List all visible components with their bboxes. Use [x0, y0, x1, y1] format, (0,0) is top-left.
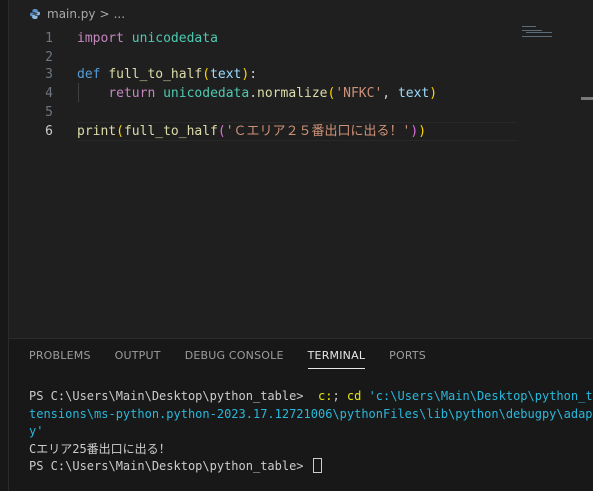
code-token: ( — [217, 124, 226, 139]
line-number: 6 — [45, 124, 53, 139]
chevron-right-icon: > — [99, 7, 110, 21]
code-token: text — [210, 67, 242, 82]
code-token: text — [397, 86, 430, 101]
panel-tabs: PROBLEMS OUTPUT DEBUG CONSOLE TERMINAL PORTS — [29, 349, 450, 369]
bottom-panel: PROBLEMS OUTPUT DEBUG CONSOLE TERMINAL PORTS… — [9, 338, 593, 491]
code-text: return unicodedata.normalize('NFKC', tex… — [77, 84, 437, 103]
code-token: 'Ｃエリア２５番出口に出る！' — [225, 124, 411, 139]
code-token: : — [249, 67, 258, 82]
tab-output[interactable]: OUTPUT — [115, 349, 161, 369]
code-token: full_to_half — [108, 67, 203, 82]
code-line[interactable]: 4 return unicodedata.normalize('NFKC', t… — [9, 84, 549, 103]
code-line[interactable]: 6 print(full_to_half('Ｃエリア２５番出口に出る！')) — [9, 122, 549, 141]
code-token: ) — [418, 124, 427, 139]
breadcrumb-more[interactable]: ... — [114, 7, 125, 21]
code-text: def full_to_half(text): — [77, 65, 257, 84]
code-line[interactable]: 5 — [9, 103, 549, 122]
terminal-prompt-line[interactable]: PS C:\Users\Main\Desktop\python_table> — [29, 458, 593, 476]
tab-debug-console[interactable]: DEBUG CONSOLE — [185, 349, 284, 369]
python-file-icon — [30, 9, 40, 19]
code-token: def — [77, 67, 101, 82]
code-token: ( — [116, 124, 124, 139]
breadcrumb-file[interactable]: main.py — [47, 7, 96, 21]
terminal-line-2: tensions\ms-python.python-2023.17.127210… — [29, 406, 593, 421]
terminal-output[interactable]: PS C:\Users\Main\Desktop\python_table> c… — [29, 388, 593, 476]
line-number: 4 — [45, 86, 53, 101]
code-token: ( — [202, 67, 211, 82]
code-token: import — [77, 31, 124, 46]
terminal-line-1: PS C:\Users\Main\Desktop\python_table> c… — [29, 389, 593, 403]
terminal-line-3: y' — [29, 424, 44, 438]
code-token: print — [77, 124, 117, 139]
code-token: unicodedata — [131, 31, 218, 46]
tab-ports[interactable]: PORTS — [389, 349, 426, 369]
tab-terminal[interactable]: TERMINAL — [307, 349, 366, 369]
code-line[interactable]: 3 def full_to_half(text): — [9, 65, 549, 84]
line-number: 1 — [45, 31, 53, 46]
code-token: ) — [429, 86, 438, 101]
line-number: 3 — [45, 67, 53, 82]
code-editor[interactable]: 1 import unicodedata 2 3 def full_to_half(te… — [9, 28, 593, 338]
code-token: full_to_half — [123, 124, 218, 139]
code-token: normalize — [257, 86, 328, 101]
tab-problems[interactable]: PROBLEMS — [29, 349, 91, 369]
minimap[interactable] — [520, 24, 580, 44]
code-token: . — [249, 86, 258, 101]
code-text: print(full_to_half('Ｃエリア２５番出口に出る！')) — [77, 122, 426, 141]
scrollbar-marker[interactable] — [581, 97, 593, 100]
code-line[interactable]: 1 import unicodedata — [9, 29, 549, 48]
terminal-cursor — [312, 458, 322, 473]
program-output: Cエリア25番出口に出る！ — [29, 441, 171, 456]
activity-strip — [0, 0, 9, 491]
code-token: 'NFKC' — [335, 86, 383, 101]
code-token: return — [108, 86, 156, 101]
line-number: 5 — [45, 105, 53, 120]
code-token: , — [382, 86, 398, 101]
breadcrumb: main.py > ... — [9, 0, 593, 28]
code-text: import unicodedata — [77, 29, 218, 48]
code-token: unicodedata — [163, 86, 250, 101]
